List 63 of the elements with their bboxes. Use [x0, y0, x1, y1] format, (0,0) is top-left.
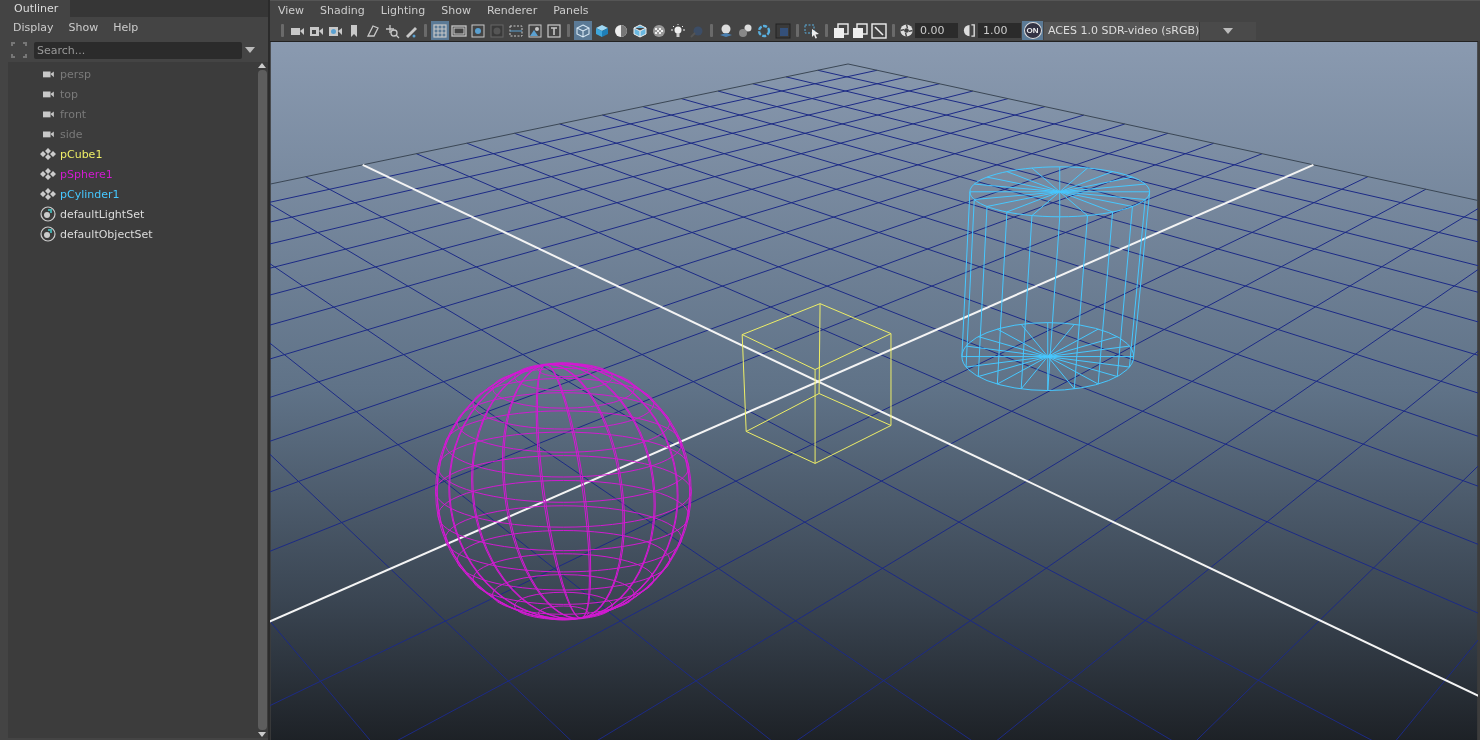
- toolbar-button[interactable]: [469, 21, 487, 41]
- toolbar-button[interactable]: [526, 21, 544, 41]
- camera-icon: [40, 129, 56, 139]
- menu-item[interactable]: View: [278, 4, 305, 18]
- film-gate-icon: [451, 22, 467, 39]
- toolbar-button[interactable]: [832, 21, 850, 41]
- field-chart-icon: [508, 22, 524, 39]
- toolbar-button[interactable]: [545, 21, 563, 41]
- backface-icon: [871, 22, 887, 39]
- transform-icon: [40, 168, 56, 180]
- toolbar-button[interactable]: [870, 21, 888, 41]
- overlap-squares-icon: [833, 22, 849, 39]
- camera-icon: [40, 69, 56, 79]
- scrollbar[interactable]: [256, 62, 268, 738]
- motion-blur-icon: [737, 22, 753, 39]
- overlap-squares-icon: [852, 22, 868, 39]
- caret-icon: [244, 46, 256, 54]
- menu-item[interactable]: Show: [441, 4, 471, 18]
- menu-item[interactable]: Shading: [320, 4, 365, 18]
- ring-icon: [756, 22, 772, 39]
- outliner-item[interactable]: defaultObjectSet: [60, 227, 153, 241]
- half-sphere-icon: [613, 22, 629, 39]
- exposure-field[interactable]: 0.00: [915, 23, 958, 39]
- menu-item[interactable]: Panels: [553, 4, 589, 18]
- half-circle-icon[interactable]: [962, 23, 977, 39]
- caret-icon: [1223, 27, 1234, 34]
- scroll-down-icon[interactable]: [257, 732, 267, 738]
- menu-item[interactable]: Show: [68, 21, 99, 34]
- outliner-item[interactable]: pCube1: [60, 147, 103, 161]
- toolbar-button[interactable]: [803, 21, 821, 41]
- toolbar-button[interactable]: [431, 21, 449, 41]
- aperture-icon[interactable]: [899, 23, 914, 39]
- camera-icon: [40, 109, 56, 119]
- menu-item[interactable]: Help: [113, 21, 139, 34]
- bounding-box-icon: [632, 22, 648, 39]
- outliner-tab[interactable]: Outliner: [0, 0, 71, 17]
- view-transform-toggle[interactable]: ON: [1022, 21, 1043, 41]
- camera-icon: [40, 89, 56, 99]
- outliner-item[interactable]: pCylinder1: [60, 187, 120, 201]
- wireframe-cube-icon: [575, 22, 591, 39]
- pan-zoom-icon: [384, 22, 400, 39]
- color-space-dropdown[interactable]: ACES 1.0 SDR-video (sRGB): [1044, 21, 1256, 40]
- menu-item[interactable]: Lighting: [380, 4, 426, 18]
- toolbar-button[interactable]: [574, 21, 592, 41]
- select-arrow-icon: [804, 22, 820, 39]
- transform-icon: [40, 148, 56, 160]
- grid-icon: [432, 22, 448, 39]
- menu-item[interactable]: Display: [13, 21, 54, 34]
- transform-icon: [40, 188, 56, 200]
- search-field[interactable]: Search...: [34, 41, 242, 59]
- scroll-up-icon[interactable]: [257, 62, 267, 68]
- resolution-gate-icon: [470, 22, 486, 39]
- set-icon: [40, 226, 56, 242]
- outliner-item[interactable]: defaultLightSet: [60, 207, 145, 221]
- gamma-field[interactable]: 1.00: [978, 23, 1021, 39]
- menu-item[interactable]: Renderer: [486, 4, 538, 18]
- set-icon: [40, 206, 56, 222]
- checker-icon: [651, 22, 667, 39]
- bulb-icon: [670, 22, 686, 39]
- toolbar-button[interactable]: [851, 21, 869, 41]
- safe-area-icon: [527, 22, 543, 39]
- shaded-cube-icon: [594, 22, 610, 39]
- title-safe-icon: [546, 22, 562, 39]
